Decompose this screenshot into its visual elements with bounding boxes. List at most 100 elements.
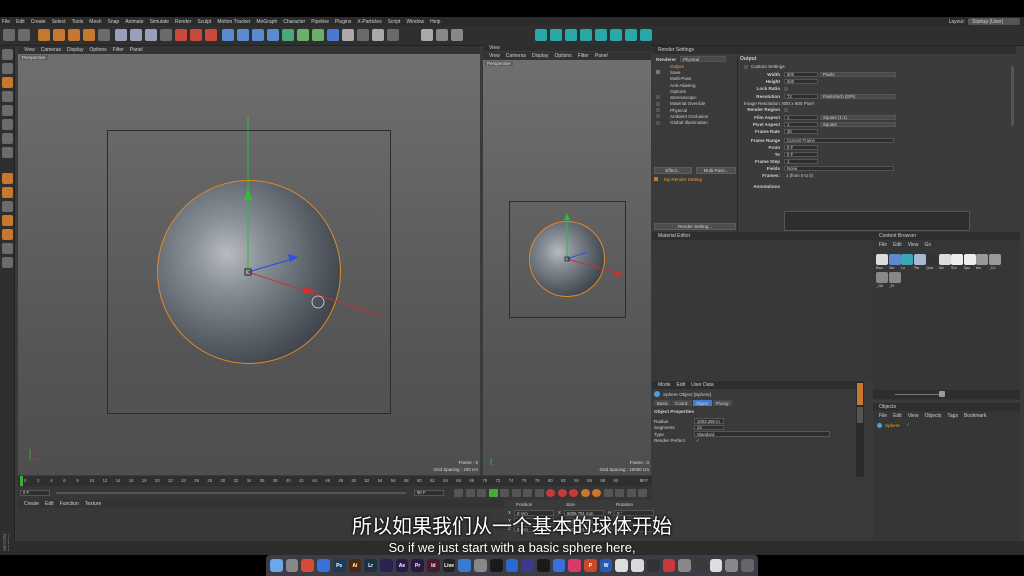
content-browser-thumb[interactable] bbox=[938, 254, 951, 265]
dock-app-icon[interactable] bbox=[474, 559, 487, 572]
tracer-icon[interactable] bbox=[610, 29, 622, 41]
dock-app-icon[interactable] bbox=[646, 559, 660, 572]
model-mode-icon[interactable] bbox=[2, 63, 13, 74]
menu-item[interactable]: X-Particles bbox=[357, 19, 381, 25]
render-picture-viewer-icon[interactable] bbox=[190, 29, 202, 41]
content-browser-thumb[interactable] bbox=[976, 254, 988, 265]
panel-menu-item[interactable]: Edit bbox=[893, 413, 902, 419]
preview-range-slider[interactable] bbox=[56, 492, 406, 494]
menu-item[interactable]: Help bbox=[430, 19, 440, 25]
viewport-right[interactable]: Perspective Frame : 0 Grid Spacing : 100… bbox=[483, 60, 651, 475]
viewport-left[interactable]: Perspective Frame : 0 Grid Spacing : 100… bbox=[18, 54, 480, 475]
content-browser-thumb[interactable] bbox=[951, 254, 963, 265]
object-row-sphere[interactable]: Sphere ✓ bbox=[877, 422, 1020, 428]
grid-icon[interactable] bbox=[2, 257, 13, 268]
recent-tools-icon[interactable] bbox=[98, 29, 110, 41]
mograph-icon[interactable] bbox=[535, 29, 547, 41]
annotations-field[interactable] bbox=[784, 211, 970, 231]
playback-button[interactable] bbox=[511, 489, 521, 497]
attributes-side-tabs[interactable] bbox=[856, 381, 864, 477]
python-icon[interactable] bbox=[357, 29, 369, 41]
playback-button[interactable] bbox=[569, 489, 578, 497]
content-browser-thumb[interactable] bbox=[988, 254, 1001, 265]
output-row-checkbox[interactable] bbox=[784, 107, 788, 112]
deformer-icon[interactable] bbox=[297, 29, 309, 41]
panel-menu-item[interactable]: Cameras bbox=[506, 53, 526, 59]
dock-app-icon[interactable] bbox=[741, 559, 754, 572]
dock-app-icon[interactable]: W bbox=[599, 559, 613, 572]
item-checkbox[interactable] bbox=[656, 108, 660, 113]
output-row-unit[interactable]: Square bbox=[820, 121, 896, 128]
dock-app-icon[interactable] bbox=[552, 559, 566, 572]
output-row-value[interactable]: 800 bbox=[784, 71, 818, 78]
content-browser-thumb[interactable] bbox=[926, 254, 938, 265]
playback-button[interactable] bbox=[546, 489, 555, 497]
camera-icon[interactable] bbox=[327, 29, 339, 41]
texture-mode-icon[interactable] bbox=[2, 77, 13, 88]
dock-app-icon[interactable] bbox=[379, 559, 393, 572]
transform-gizmo-right[interactable] bbox=[483, 60, 651, 475]
panel-menu-item[interactable]: Cameras bbox=[41, 47, 61, 53]
matrix-icon[interactable] bbox=[565, 29, 577, 41]
attributes-tab[interactable]: Basic bbox=[654, 400, 672, 406]
playback-button[interactable] bbox=[580, 489, 590, 497]
item-checkbox[interactable] bbox=[656, 120, 660, 125]
dock-app-icon[interactable]: P bbox=[584, 559, 597, 572]
panel-menu-item[interactable]: Options bbox=[554, 53, 571, 59]
script-icon[interactable] bbox=[372, 29, 384, 41]
panel-menu-item[interactable]: Texture bbox=[85, 501, 101, 507]
panel-menu-item[interactable]: Tags bbox=[947, 413, 958, 419]
view-tab[interactable]: View bbox=[483, 44, 651, 51]
menu-item[interactable]: Animate bbox=[125, 19, 143, 25]
menu-item[interactable]: Pipeline bbox=[311, 19, 329, 25]
workplane-icon[interactable] bbox=[451, 29, 463, 41]
dock-app-icon[interactable]: Live bbox=[442, 559, 456, 572]
snap-tool-icon[interactable] bbox=[2, 201, 13, 212]
scale-icon[interactable] bbox=[68, 29, 80, 41]
panel-menu-item[interactable]: Panel bbox=[595, 53, 608, 59]
playback-button[interactable] bbox=[477, 489, 486, 497]
panel-menu-item[interactable]: Edit bbox=[45, 501, 54, 507]
output-row-value[interactable]: 72 bbox=[784, 93, 818, 100]
light-icon[interactable] bbox=[342, 29, 354, 41]
dock-app-icon[interactable] bbox=[270, 559, 283, 572]
output-row-value[interactable]: 1 bbox=[784, 158, 818, 165]
field-icon[interactable] bbox=[640, 29, 652, 41]
menu-item[interactable]: Mesh bbox=[89, 19, 101, 25]
attribute-value[interactable]: 1003.280 m bbox=[694, 418, 724, 424]
dock-app-icon[interactable] bbox=[678, 559, 691, 572]
dock-app-icon[interactable] bbox=[568, 559, 582, 572]
cube-icon[interactable] bbox=[222, 29, 234, 41]
menu-item[interactable]: Script bbox=[388, 19, 401, 25]
panel-menu-item[interactable]: User Data bbox=[691, 382, 714, 388]
panel-menu-item[interactable]: View bbox=[908, 413, 919, 419]
timeline-ruler[interactable]: 0 2 4 6 8 10 12 14 16 18 20 22 24 26 28 30 32 34 36 38 40 42 4… bbox=[18, 476, 652, 486]
subdivision-icon[interactable] bbox=[252, 29, 264, 41]
menu-item[interactable]: MoGraph bbox=[256, 19, 277, 25]
content-browser-thumb[interactable] bbox=[913, 254, 926, 265]
dock-app-icon[interactable]: Lr bbox=[364, 559, 377, 572]
z-axis-icon[interactable] bbox=[145, 29, 157, 41]
polygons-mode-icon[interactable] bbox=[2, 133, 13, 144]
menu-item[interactable]: Edit bbox=[16, 19, 25, 25]
effector-icon[interactable] bbox=[625, 29, 637, 41]
panel-menu-item[interactable]: View bbox=[908, 242, 919, 248]
panel-menu-item[interactable]: Bookmark bbox=[964, 413, 987, 419]
menu-item[interactable]: Create bbox=[31, 19, 46, 25]
custom-settings-row[interactable]: Custom Settings bbox=[744, 64, 785, 69]
dock-app-icon[interactable]: Id bbox=[427, 559, 440, 572]
lock-workplane-icon[interactable] bbox=[2, 229, 13, 240]
playback-button[interactable] bbox=[557, 489, 567, 497]
output-row-unit[interactable]: Pixels/Inch (DPI) bbox=[820, 93, 896, 100]
undo-icon[interactable] bbox=[3, 29, 15, 41]
panel-menu-item[interactable]: Objects bbox=[924, 413, 941, 419]
enable-axis-icon[interactable] bbox=[436, 29, 448, 41]
x-axis-icon[interactable] bbox=[115, 29, 127, 41]
dock-app-icon[interactable] bbox=[317, 559, 330, 572]
content-browser-thumb[interactable] bbox=[876, 254, 888, 265]
playback-button[interactable] bbox=[488, 489, 498, 497]
playback-button[interactable] bbox=[626, 489, 636, 497]
transform-gizmo[interactable] bbox=[18, 54, 480, 475]
output-row-value[interactable]: 0 F bbox=[784, 151, 818, 158]
output-row-value[interactable]: Current Frame bbox=[784, 137, 894, 144]
